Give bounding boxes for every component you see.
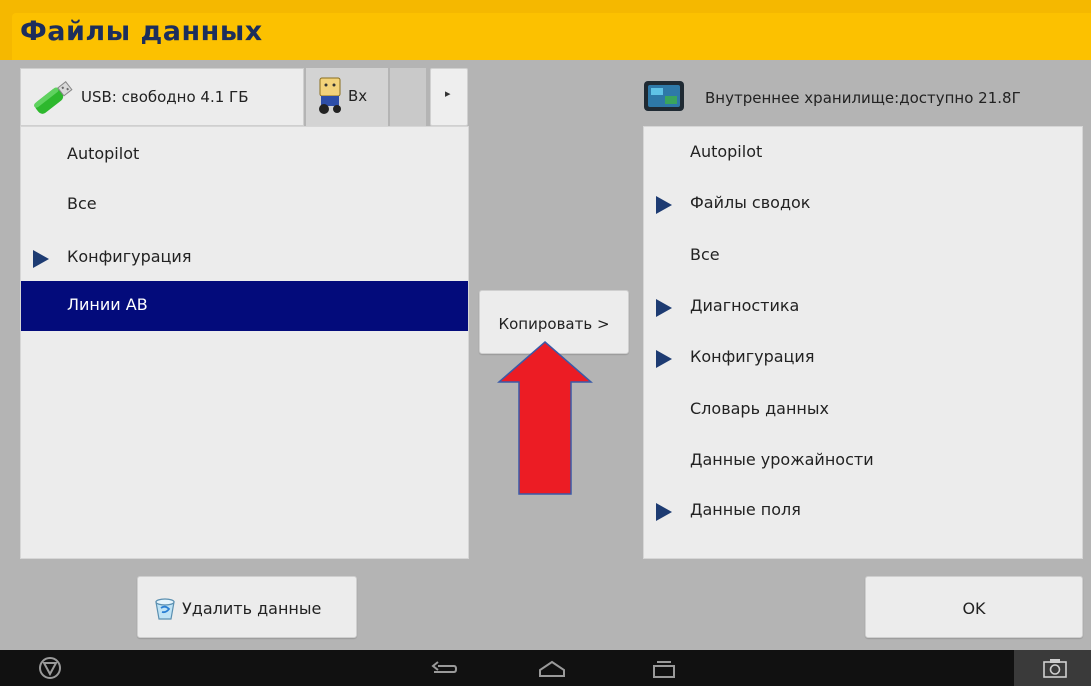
destination-folder-list: Autopilot Файлы сводок Все Диагностика К… [643, 126, 1083, 559]
camera-icon [1043, 659, 1067, 678]
list-item-label: Все [67, 194, 97, 213]
tractor-icon [319, 77, 341, 114]
list-item-label: Линии AB [67, 295, 148, 314]
tab-usb[interactable]: USB: свободно 4.1 ГБ [20, 68, 304, 126]
list-item[interactable]: Autopilot [21, 129, 468, 179]
list-item-label: Диагностика [690, 296, 800, 315]
trash-icon [155, 598, 175, 620]
list-item[interactable]: Все [21, 179, 468, 229]
red-arrow-up-icon [497, 341, 593, 495]
usb-tab-label: USB: свободно 4.1 ГБ [81, 88, 249, 106]
list-item[interactable]: Конфигурация [644, 332, 1082, 382]
brand-logo-icon[interactable] [36, 650, 64, 686]
tab-vehicle[interactable]: Вх [306, 68, 388, 126]
list-item[interactable]: Словарь данных [644, 384, 1082, 434]
ok-button[interactable]: OK [865, 576, 1083, 638]
title-bar: Файлы данных [0, 0, 1091, 60]
copy-button-label: Копировать > [498, 315, 610, 333]
list-item-label: Словарь данных [690, 399, 829, 418]
destination-header: Внутреннее хранилище:доступно 21.8Г [643, 68, 1091, 126]
vehicle-tab-label: Вх [348, 87, 368, 105]
display-icon [644, 81, 684, 111]
list-item-label: Данные урожайности [690, 450, 874, 469]
ok-button-label: OK [962, 599, 986, 618]
list-item-label: Конфигурация [67, 247, 192, 266]
delete-data-button[interactable]: Удалить данные [137, 576, 357, 638]
tab-hidden[interactable] [390, 68, 426, 126]
list-item-label: Файлы сводок [690, 193, 811, 212]
list-item[interactable]: Все [644, 230, 1082, 280]
screenshot-button[interactable] [1014, 650, 1091, 686]
list-item-label: Конфигурация [690, 347, 815, 366]
source-folder-list: Autopilot Все Конфигурация Линии AB [20, 126, 469, 559]
list-item[interactable]: Данные поля [644, 485, 1082, 535]
list-item[interactable]: Данные урожайности [644, 435, 1082, 485]
expand-triangle-icon[interactable] [656, 350, 672, 368]
list-item[interactable]: Диагностика [644, 281, 1082, 331]
list-item-label: Autopilot [690, 142, 763, 161]
list-item-label: Все [690, 245, 720, 264]
expand-triangle-icon[interactable] [656, 299, 672, 317]
tab-next-button[interactable]: ▸ [430, 68, 468, 126]
delete-data-label: Удалить данные [182, 599, 322, 618]
list-item[interactable]: Конфигурация [21, 232, 468, 282]
expand-triangle-icon[interactable] [656, 196, 672, 214]
home-icon[interactable] [534, 650, 570, 686]
usb-drive-icon [34, 81, 73, 114]
storage-label: Внутреннее хранилище:доступно 21.8Г [705, 89, 1021, 107]
system-nav-bar [0, 650, 1091, 686]
chevron-right-icon: ▸ [445, 87, 451, 100]
expand-triangle-icon[interactable] [656, 503, 672, 521]
back-icon[interactable] [428, 650, 460, 686]
page-title: Файлы данных [20, 16, 263, 47]
expand-triangle-icon[interactable] [33, 250, 49, 268]
list-item-selected[interactable]: Линии AB [21, 281, 468, 331]
list-item-label: Данные поля [690, 500, 801, 519]
list-item-label: Autopilot [67, 144, 140, 163]
list-item[interactable]: Файлы сводок [644, 178, 1082, 228]
recent-apps-icon[interactable] [648, 650, 680, 686]
list-item[interactable]: Autopilot [644, 127, 1082, 177]
